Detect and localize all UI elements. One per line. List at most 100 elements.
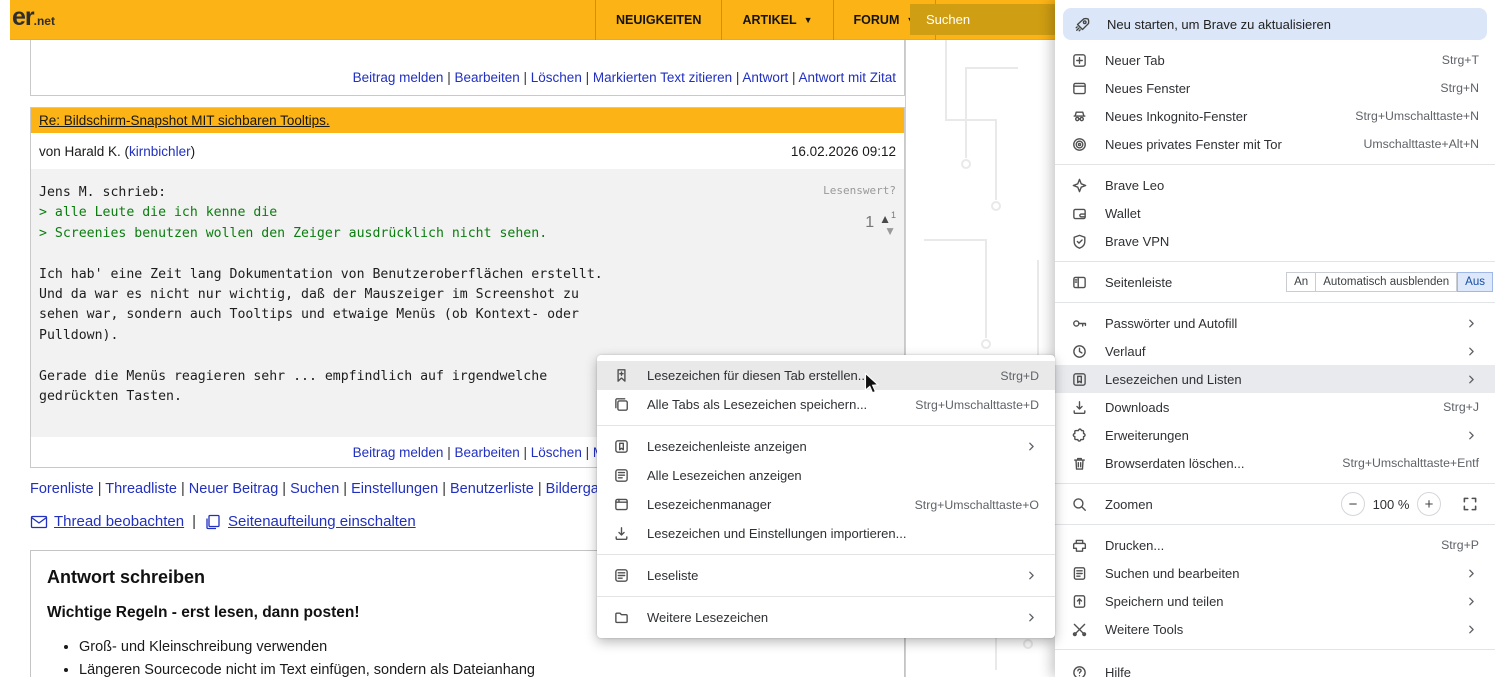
post-body-line: Ich hab' eine Zeit lang Dokumentation vo… xyxy=(39,265,784,285)
post-body-line: Pulldown). xyxy=(39,326,784,346)
tor-window-icon xyxy=(1071,136,1088,153)
menu-item-brave-leo[interactable]: Brave Leo xyxy=(1055,171,1495,199)
help-icon xyxy=(1071,664,1088,677)
menu-item-history[interactable]: Verlauf xyxy=(1055,337,1495,365)
sidebar-option-aus[interactable]: Aus xyxy=(1457,272,1493,292)
chevron-right-icon xyxy=(1464,316,1479,331)
menu-item-bookmarks-and-lists[interactable]: Lesezeichen und Listen xyxy=(1055,365,1495,393)
pagination-toggle-link[interactable]: Seitenaufteilung einschalten xyxy=(228,513,416,530)
nav-neuigkeiten[interactable]: NEUIGKEITEN xyxy=(595,0,721,40)
author-link[interactable]: kirnbichler xyxy=(129,144,191,159)
menu-separator xyxy=(1055,164,1495,165)
menu-item-find-and-edit[interactable]: Suchen und bearbeiten xyxy=(1055,559,1495,587)
link[interactable]: Benutzerliste xyxy=(450,481,534,497)
menu-item-other-bookmarks[interactable]: Weitere Lesezeichen xyxy=(597,603,1055,632)
rocket-icon xyxy=(1074,16,1091,33)
sidebar-option-an[interactable]: An xyxy=(1286,272,1316,292)
menu-item-save-all-tabs[interactable]: Alle Tabs als Lesezeichen speichern... S… xyxy=(597,390,1055,419)
menu-item-label: Weitere Lesezeichen xyxy=(647,610,1002,625)
link[interactable]: Forenliste xyxy=(30,481,94,497)
chevron-right-icon xyxy=(1464,344,1479,359)
menu-item-passwords-autofill[interactable]: Passwörter und Autofill xyxy=(1055,309,1495,337)
menu-shortcut: Strg+N xyxy=(1440,81,1479,95)
link[interactable]: Löschen xyxy=(531,70,582,85)
post-body-line: Jens M. schrieb: xyxy=(39,183,784,203)
chevron-right-icon xyxy=(1464,428,1479,443)
nav-label: NEUIGKEITEN xyxy=(616,13,701,27)
menu-shortcut: Strg+Umschalttaste+Entf xyxy=(1342,456,1479,470)
menu-item-new-incognito-window[interactable]: Neues Inkognito-Fenster Strg+Umschalttas… xyxy=(1055,102,1495,130)
separator: | xyxy=(94,481,106,497)
nav-label: ARTIKEL xyxy=(742,13,796,27)
logo-tld: .net xyxy=(34,14,55,28)
brave-menu: Neu starten, um Brave zu aktualisieren N… xyxy=(1055,0,1495,677)
menu-item-show-bookmarks-bar[interactable]: Lesezeichenleiste anzeigen xyxy=(597,432,1055,461)
menu-item-brave-vpn[interactable]: Brave VPN xyxy=(1055,227,1495,255)
bookmark-manager-icon xyxy=(613,496,630,513)
vote-down-button[interactable]: ▼ xyxy=(879,225,896,237)
link[interactable]: Neuer Beitrag xyxy=(189,481,278,497)
site-logo[interactable]: er.net xyxy=(12,3,55,32)
post-body-line: Und da war es nicht nur wichtig, daß der… xyxy=(39,285,784,305)
byline-suffix: ) xyxy=(191,144,196,159)
menu-item-help[interactable]: Hilfe xyxy=(1055,658,1495,677)
watch-thread-link[interactable]: Thread beobachten xyxy=(54,513,184,530)
link[interactable]: Einstellungen xyxy=(351,481,438,497)
logo-text: er xyxy=(12,3,34,31)
link[interactable]: Beitrag melden xyxy=(353,445,444,460)
post-title-link[interactable]: Re: Bildschirm-Snapshot MIT sichbaren To… xyxy=(39,113,330,128)
separator: | xyxy=(788,70,798,85)
menu-item-update-brave[interactable]: Neu starten, um Brave zu aktualisieren xyxy=(1063,8,1487,40)
menu-item-new-window[interactable]: Neues Fenster Strg+N xyxy=(1055,74,1495,102)
menu-item-label: Lesezeichenleiste anzeigen xyxy=(647,439,1002,454)
menu-item-bookmark-manager[interactable]: Lesezeichenmanager Strg+Umschalttaste+O xyxy=(597,490,1055,519)
link[interactable]: Bearbeiten xyxy=(454,445,519,460)
chevron-right-icon xyxy=(1464,372,1479,387)
zoom-in-button[interactable]: + xyxy=(1417,492,1441,516)
menu-shortcut: Strg+Umschalttaste+O xyxy=(915,498,1039,512)
menu-item-import-bookmarks[interactable]: Lesezeichen und Einstellungen importiere… xyxy=(597,519,1055,548)
link[interactable]: Beitrag melden xyxy=(353,70,444,85)
separator: | xyxy=(339,481,351,497)
chevron-down-icon: ▼ xyxy=(804,15,813,25)
post-meta: von Harald K. (kirnbichler) 16.02.2026 0… xyxy=(31,133,904,169)
menu-item-show-all-bookmarks[interactable]: Alle Lesezeichen anzeigen xyxy=(597,461,1055,490)
chevron-right-icon xyxy=(1024,610,1039,625)
menu-item-more-tools[interactable]: Weitere Tools xyxy=(1055,615,1495,643)
menu-item-label: Neues Inkognito-Fenster xyxy=(1105,109,1333,124)
post-action-links: Beitrag melden | Bearbeiten | Löschen | … xyxy=(353,70,896,85)
printer-icon xyxy=(1071,537,1088,554)
menu-separator xyxy=(1055,261,1495,262)
menu-item-print[interactable]: Drucken... Strg+P xyxy=(1055,531,1495,559)
link[interactable]: Threadliste xyxy=(105,481,177,497)
link[interactable]: Antwort mit Zitat xyxy=(798,70,896,85)
menu-item-bookmark-this-tab[interactable]: Lesezeichen für diesen Tab erstellen... … xyxy=(597,361,1055,390)
zoom-out-button[interactable]: − xyxy=(1341,492,1365,516)
menu-item-extensions[interactable]: Erweiterungen xyxy=(1055,421,1495,449)
menu-item-wallet[interactable]: Wallet xyxy=(1055,199,1495,227)
link[interactable]: Markierten Text zitieren xyxy=(593,70,732,85)
chevron-right-icon xyxy=(1464,566,1479,581)
menu-item-label: Weitere Tools xyxy=(1105,622,1442,637)
chevron-right-icon xyxy=(1024,439,1039,454)
sidebar-option-auto[interactable]: Automatisch ausblenden xyxy=(1316,272,1457,292)
menu-item-save-and-share[interactable]: Speichern und teilen xyxy=(1055,587,1495,615)
menu-item-reading-list[interactable]: Leseliste xyxy=(597,561,1055,590)
menu-item-label: Seitenleiste xyxy=(1105,275,1286,290)
menu-item-new-tor-window[interactable]: Neues privates Fenster mit Tor Umschaltt… xyxy=(1055,130,1495,158)
reply-rule: Groß- und Kleinschreibung verwenden xyxy=(79,636,888,659)
vote-up-button[interactable]: ▲1 xyxy=(879,209,896,225)
link[interactable]: Löschen xyxy=(531,445,582,460)
nav-artikel[interactable]: ARTIKEL ▼ xyxy=(721,0,832,40)
menu-item-label: Neues Fenster xyxy=(1105,81,1418,96)
link[interactable]: Antwort xyxy=(742,70,788,85)
history-icon xyxy=(1071,343,1088,360)
menu-item-clear-browsing-data[interactable]: Browserdaten löschen... Strg+Umschalttas… xyxy=(1055,449,1495,477)
link[interactable]: Bearbeiten xyxy=(454,70,519,85)
menu-item-new-tab[interactable]: Neuer Tab Strg+T xyxy=(1055,46,1495,74)
new-window-icon xyxy=(1071,80,1088,97)
link[interactable]: Suchen xyxy=(290,481,339,497)
menu-item-downloads[interactable]: Downloads Strg+J xyxy=(1055,393,1495,421)
fullscreen-icon[interactable] xyxy=(1461,495,1479,513)
vote-widget: Lesenswert? 1 ▲1 ▼ xyxy=(823,181,896,237)
